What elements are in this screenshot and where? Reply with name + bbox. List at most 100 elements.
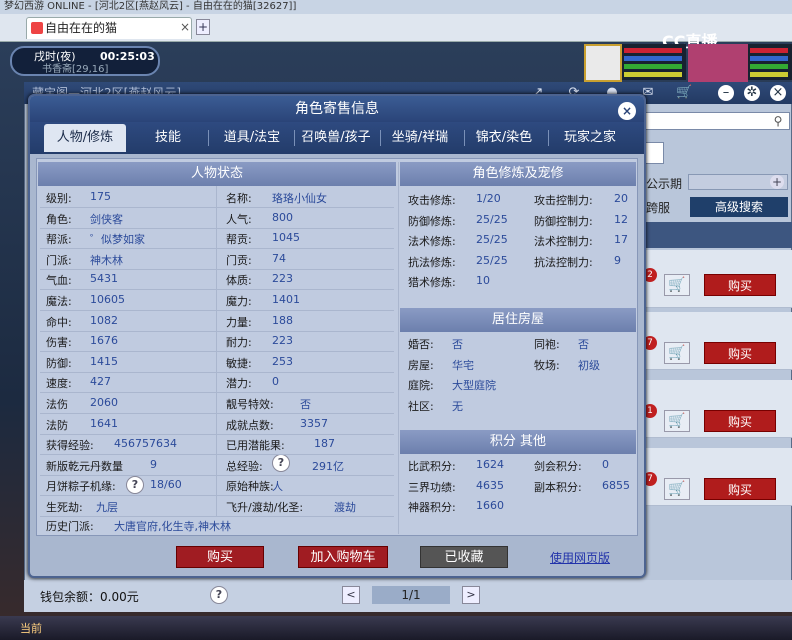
- tab-character[interactable]: 人物/修炼: [44, 124, 126, 152]
- favorited-button[interactable]: 已收藏: [420, 546, 508, 568]
- help-icon[interactable]: ?: [210, 586, 228, 604]
- stat-value: 1676: [90, 334, 118, 348]
- tab-home[interactable]: 玩家之家: [552, 124, 628, 152]
- buy-button[interactable]: 购买: [704, 410, 776, 432]
- help-icon[interactable]: ?: [126, 476, 144, 494]
- window-title-strip: 梦幻西游 ONLINE - [河北2区[燕赵风云] - 自由在在的猫[32627…: [0, 0, 792, 14]
- cultivation-label: 猎术修炼:: [408, 276, 456, 290]
- stat-value: 74: [272, 251, 286, 265]
- pet-avatar[interactable]: [584, 44, 622, 82]
- score-label: 神器积分:: [408, 501, 456, 515]
- tab-divider: [380, 130, 381, 146]
- advanced-search-button[interactable]: 高级搜索: [690, 197, 788, 217]
- stat-value: ゜似梦如家: [90, 233, 145, 247]
- stat-value: 18/60: [150, 478, 182, 492]
- add-to-cart-icon[interactable]: 🛒: [664, 274, 690, 296]
- row-divider: [40, 516, 394, 517]
- stat-value: 223: [272, 272, 293, 286]
- buy-button[interactable]: 购买: [704, 274, 776, 296]
- next-page-button[interactable]: >: [462, 586, 480, 604]
- cultivation-label: 法术修炼:: [408, 235, 456, 249]
- dialog-title: 角色寄售信息: [30, 96, 644, 122]
- tab-outfits[interactable]: 锦衣/染色: [466, 124, 542, 152]
- search-icon[interactable]: ⚲: [770, 113, 786, 129]
- window-close-icon[interactable]: ×: [770, 85, 786, 101]
- tab-close-icon[interactable]: ×: [178, 20, 192, 34]
- add-to-cart-button[interactable]: 加入购物车: [298, 546, 388, 568]
- stat-label: 名称:: [226, 192, 252, 205]
- new-tab-button[interactable]: +: [196, 19, 210, 35]
- cultivation-value: 1/20: [476, 192, 501, 205]
- add-icon[interactable]: +: [770, 175, 784, 189]
- buy-button[interactable]: 购买: [704, 478, 776, 500]
- minimize-icon[interactable]: –: [718, 85, 734, 101]
- house-value: 否: [452, 338, 463, 351]
- stat-label: 角色:: [46, 212, 72, 226]
- close-icon[interactable]: ×: [618, 102, 636, 120]
- score-value: 1660: [476, 499, 504, 513]
- panel-divider: [398, 162, 399, 534]
- stat-value: 5431: [90, 272, 118, 286]
- buy-button[interactable]: 购买: [176, 546, 264, 568]
- current-channel-label[interactable]: 当前: [20, 620, 42, 636]
- tab-skills[interactable]: 技能: [140, 124, 196, 152]
- add-to-cart-icon[interactable]: 🛒: [664, 410, 690, 432]
- score-value: 0: [602, 458, 609, 471]
- treasure-window-cart-icon[interactable]: 🛒: [676, 85, 692, 101]
- row-divider: [40, 351, 394, 353]
- stat-label: 人气:: [226, 212, 252, 226]
- score-value: 4635: [476, 478, 504, 492]
- add-to-cart-icon[interactable]: 🛒: [664, 342, 690, 364]
- stat-value: 否: [300, 398, 311, 411]
- settings-icon[interactable]: ✲: [744, 85, 760, 101]
- stat-value: 1045: [272, 231, 300, 245]
- cultivation-value: 20: [614, 192, 628, 205]
- tab-mounts[interactable]: 坐骑/祥瑞: [382, 124, 458, 152]
- row-divider: [40, 474, 394, 476]
- row-divider: [40, 268, 394, 270]
- cultivation-label: 抗法控制力:: [534, 255, 593, 269]
- stat-label: 潜力:: [226, 377, 252, 391]
- row-divider: [40, 454, 394, 456]
- cultivation-label: 抗法修炼:: [408, 255, 456, 269]
- treasure-search-input[interactable]: [640, 112, 790, 130]
- stat-label: 已用潜能果:: [226, 439, 285, 453]
- stat-value: 1641: [90, 416, 118, 430]
- stat-value: 神木林: [90, 253, 123, 267]
- stat-label: 成就点数:: [226, 418, 274, 432]
- cultivation-label: 攻击控制力:: [534, 194, 593, 207]
- stat-value: 253: [272, 354, 293, 368]
- cultivation-label: 法术控制力:: [534, 235, 593, 249]
- stat-label: 帮贡:: [226, 233, 252, 247]
- stat-label: 法伤: [46, 398, 68, 411]
- stat-value: 1401: [272, 293, 300, 306]
- buy-button[interactable]: 购买: [704, 342, 776, 364]
- row-divider: [40, 413, 394, 414]
- history-sect-value: 大唐官府,化生寺,神木林: [114, 520, 231, 533]
- stat-value: 175: [90, 190, 111, 203]
- stat-value: 9: [150, 457, 157, 471]
- stat-label: 魔力:: [226, 295, 252, 308]
- browser-tab[interactable]: 自由在在的猫: [26, 17, 192, 39]
- add-to-cart-icon[interactable]: 🛒: [664, 478, 690, 500]
- stat-value: 珞珞小仙女: [272, 192, 327, 205]
- stat-label: 力量:: [226, 315, 252, 329]
- show-period-label: 公示期: [646, 177, 683, 191]
- tab-divider: [208, 130, 209, 146]
- tab-pets[interactable]: 召唤兽/孩子: [296, 124, 376, 152]
- player-avatar[interactable]: [688, 44, 748, 84]
- prev-page-button[interactable]: <: [342, 586, 360, 604]
- tab-items[interactable]: 道具/法宝: [212, 124, 292, 152]
- stat-label: 伤害:: [46, 336, 72, 350]
- web-version-link[interactable]: 使用网页版: [550, 549, 610, 566]
- page-indicator: 1/1: [372, 586, 450, 604]
- row-divider: [40, 227, 394, 229]
- browser-tab-label: 自由在在的猫: [45, 21, 118, 35]
- cultivation-value: 25/25: [476, 253, 508, 267]
- stat-label: 门派:: [46, 253, 72, 267]
- cultivation-value: 25/25: [476, 212, 508, 226]
- help-icon[interactable]: ?: [272, 454, 290, 472]
- house-value: 华宅: [452, 358, 474, 372]
- row-divider: [40, 248, 394, 250]
- stat-label: 总经验:: [226, 459, 263, 473]
